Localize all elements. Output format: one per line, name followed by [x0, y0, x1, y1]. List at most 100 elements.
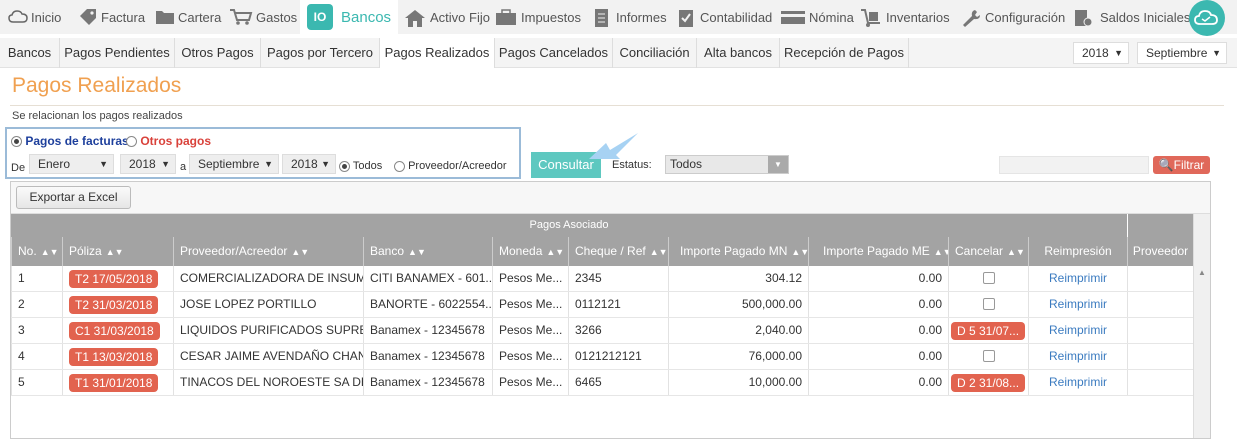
poliza-badge[interactable]: T1 13/03/2018 [69, 348, 159, 366]
reimprimir-link[interactable]: Reimprimir [1049, 349, 1107, 363]
grid-toolbar: Exportar a Excel [11, 182, 1210, 214]
page-subtitle: Se relacionan los pagos realizados [12, 110, 183, 122]
cell-proveedor_extra [1127, 266, 1193, 291]
search-input[interactable] [999, 156, 1149, 174]
col-banco[interactable]: Banco ▲▼ [363, 237, 492, 266]
cell-poliza: T1 31/01/2018 [62, 370, 173, 395]
sort-icon: ▲▼ [791, 247, 808, 257]
cell-no: 1 [11, 266, 62, 291]
reimprimir-link[interactable]: Reimprimir [1049, 375, 1107, 389]
cell-moneda: Pesos Me... [492, 266, 568, 291]
nav-gastos[interactable]: Gastos [229, 0, 297, 34]
cart-icon [229, 8, 253, 26]
vertical-scrollbar[interactable]: ▲ [1193, 214, 1210, 438]
year-select[interactable]: 2018 ▼ [1073, 42, 1129, 64]
cell-reprint: Reimprimir [1028, 266, 1127, 291]
filter-panel: Pagos de facturas Otros pagos De Enero ▼ … [5, 127, 521, 179]
nav-impuestos[interactable]: Impuestos [494, 0, 581, 34]
reimprimir-link[interactable]: Reimprimir [1049, 297, 1107, 311]
scroll-up-icon[interactable]: ▲ [1198, 268, 1206, 277]
tab-conciliacion[interactable]: Conciliación [613, 38, 697, 68]
poliza-badge[interactable]: C1 31/03/2018 [69, 322, 160, 340]
nav-bancos[interactable]: IO Bancos [300, 0, 398, 34]
nav-inicio[interactable]: Inicio [8, 0, 61, 34]
document-icon [593, 8, 613, 27]
from-year-select[interactable]: 2018 ▼ [120, 154, 176, 174]
cell-poliza: C1 31/03/2018 [62, 318, 173, 343]
cell-reprint: Reimprimir [1028, 318, 1127, 343]
tab-pagos-cancelados[interactable]: Pagos Cancelados [495, 38, 613, 68]
table-row[interactable]: 1 T2 17/05/2018 COMERCIALIZADORA DE INSUM.… [11, 266, 1193, 292]
col-moneda[interactable]: Moneda ▲▼ [492, 237, 568, 266]
to-year-select[interactable]: 2018 ▼ [282, 154, 336, 174]
table-row[interactable]: 2 T2 31/03/2018 JOSE LOPEZ PORTILLO BANORTE… [11, 292, 1193, 318]
cancel-badge[interactable]: D 2 31/08... [951, 374, 1026, 392]
cell-ref: 2345 [568, 266, 668, 291]
tab-bancos[interactable]: Bancos [0, 38, 60, 68]
col-proveedor-acreedor[interactable]: Proveedor/Acreedor ▲▼ [173, 237, 363, 266]
user-cloud-icon[interactable] [1189, 0, 1225, 36]
table-row[interactable]: 4 T1 13/03/2018 CESAR JAIME AVENDAÑO CHAN B… [11, 344, 1193, 370]
radio-proveedor-acreedor[interactable]: Proveedor/Acreedor [394, 160, 507, 172]
nav-nomina[interactable]: Nómina [780, 0, 854, 34]
nav-configuracion[interactable]: Configuración [960, 0, 1065, 34]
nav-inventarios[interactable]: Inventarios [859, 0, 950, 34]
tab-pagos-realizados[interactable]: Pagos Realizados [380, 38, 495, 68]
export-excel-button[interactable]: Exportar a Excel [16, 186, 131, 209]
col-importe-mn[interactable]: Importe Pagado MN ▲▼ [668, 237, 808, 266]
table-row[interactable]: 5 T1 31/01/2018 TINACOS DEL NOROESTE SA DE… [11, 370, 1193, 396]
dolly-icon [859, 8, 883, 27]
month-select[interactable]: Septiembre ▼ [1137, 42, 1227, 64]
sort-icon: ▲▼ [1007, 247, 1025, 257]
reimprimir-link[interactable]: Reimprimir [1049, 323, 1107, 337]
cancel-checkbox[interactable] [982, 350, 995, 362]
cell-me: 0.00 [808, 266, 948, 291]
chevron-down-icon: ▼ [99, 159, 108, 169]
cell-mn: 500,000.00 [668, 292, 808, 317]
radio-pagos-facturas[interactable]: Pagos de facturas [11, 134, 129, 148]
nav-cartera[interactable]: Cartera [155, 0, 221, 34]
cell-proveedor_extra [1127, 292, 1193, 317]
nav-factura[interactable]: Factura [78, 0, 145, 34]
nav-contabilidad[interactable]: Contabilidad [677, 0, 772, 34]
cell-proveedor: TINACOS DEL NOROESTE SA DE ... [173, 370, 363, 395]
reimprimir-link[interactable]: Reimprimir [1049, 271, 1107, 285]
cancel-checkbox[interactable] [982, 272, 995, 284]
tag-icon [78, 8, 98, 26]
house-icon [403, 8, 427, 27]
col-poliza[interactable]: Póliza ▲▼ [62, 237, 173, 266]
col-importe-me[interactable]: Importe Pagado ME▲▼ [808, 237, 948, 266]
cell-proveedor: JOSE LOPEZ PORTILLO [173, 292, 363, 317]
search-icon: 🔍 [1158, 158, 1174, 172]
poliza-badge[interactable]: T1 31/01/2018 [69, 374, 159, 392]
cancel-badge[interactable]: D 5 31/07... [951, 322, 1026, 340]
tab-otros-pagos[interactable]: Otros Pagos [175, 38, 261, 68]
col-cheque-ref[interactable]: Cheque / Ref ▲▼ [568, 237, 668, 266]
table-row[interactable]: 3 C1 31/03/2018 LIQUIDOS PURIFICADOS SUPRE… [11, 318, 1193, 344]
nav-saldos-iniciales[interactable]: Saldos Iniciales [1073, 0, 1190, 34]
radio-todos[interactable]: Todos [339, 160, 382, 172]
tab-pagos-pendientes[interactable]: Pagos Pendientes [60, 38, 175, 68]
filtrar-button[interactable]: 🔍Filtrar [1153, 156, 1210, 174]
cloud-icon [8, 8, 28, 26]
cell-mn: 2,040.00 [668, 318, 808, 343]
col-no[interactable]: No. ▲▼ [11, 237, 62, 266]
poliza-badge[interactable]: T2 17/05/2018 [69, 270, 159, 288]
nav-informes[interactable]: Informes [593, 0, 667, 34]
estatus-select[interactable]: Todos ▼ [665, 155, 789, 174]
radio-otros-pagos[interactable]: Otros pagos [126, 134, 211, 148]
col-cancelar[interactable]: Cancelar ▲▼ [948, 237, 1028, 266]
tab-alta-bancos[interactable]: Alta bancos [697, 38, 780, 68]
folder-icon [155, 8, 175, 26]
poliza-badge[interactable]: T2 31/03/2018 [69, 296, 159, 314]
col-reimpresion: Reimpresión [1028, 237, 1127, 266]
from-month-select[interactable]: Enero ▼ [29, 154, 114, 174]
col-proveedor: Proveedor [1127, 237, 1193, 266]
cell-cancelar: D 5 31/07... [948, 318, 1028, 343]
chevron-down-icon: ▼ [1114, 48, 1123, 58]
tab-pagos-por-tercero[interactable]: Pagos por Tercero [261, 38, 380, 68]
tab-recepcion-de-pagos[interactable]: Recepción de Pagos [780, 38, 909, 68]
to-month-select[interactable]: Septiembre ▼ [189, 154, 279, 174]
nav-activo-fijo[interactable]: Activo Fijo [403, 0, 490, 34]
cancel-checkbox[interactable] [982, 298, 995, 310]
